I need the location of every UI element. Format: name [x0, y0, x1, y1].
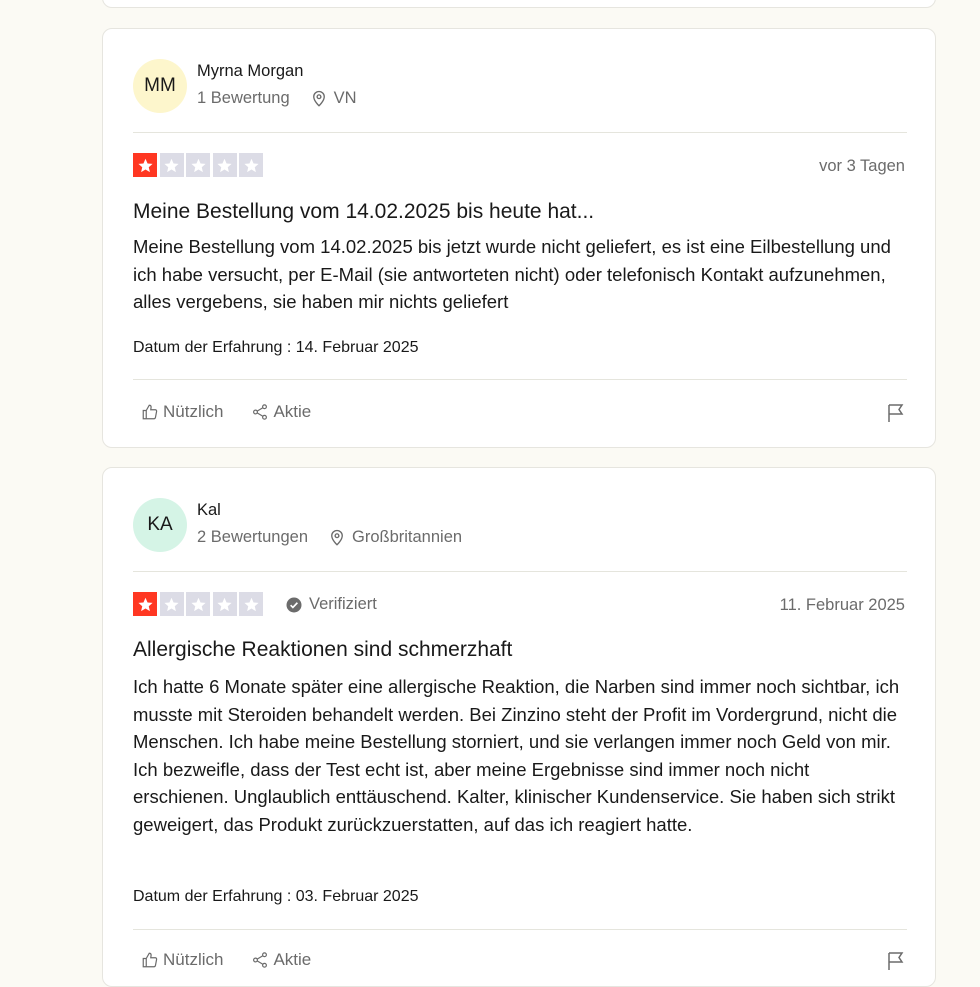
share-button[interactable]: Aktie: [251, 402, 311, 422]
check-circle-icon: [286, 597, 302, 612]
share-icon: [253, 404, 268, 420]
useful-button[interactable]: Nützlich: [141, 950, 223, 970]
star-icon: [159, 153, 184, 177]
divider: [133, 379, 907, 380]
review-count: 2 Bewertungen: [197, 528, 308, 546]
review-actions: Nützlich Aktie: [141, 950, 339, 970]
avatar[interactable]: KA: [133, 498, 187, 552]
divider: [133, 929, 907, 930]
review-card: KA Kal 2 Bewertungen Großbritannien Veri…: [102, 467, 936, 987]
star-rating: [133, 592, 266, 616]
thumbs-up-icon: [142, 952, 158, 968]
reviewer-header: MM Myrna Morgan 1 Bewertung VN: [133, 59, 893, 115]
star-icon: [159, 592, 184, 616]
reviewer-location: VN: [333, 89, 357, 107]
star-icon: [186, 153, 210, 177]
review-date: 11. Februar 2025: [779, 596, 905, 614]
experience-date: Datum der Erfahrung : 03. Februar 2025: [133, 888, 419, 905]
star-icon: [212, 153, 237, 177]
review-actions: Nützlich Aktie: [141, 402, 339, 422]
star-icon: [239, 592, 263, 616]
useful-label: Nützlich: [163, 950, 224, 969]
share-label: Aktie: [273, 950, 312, 969]
review-date: vor 3 Tagen: [819, 157, 905, 175]
previous-review-card: [102, 0, 936, 8]
star-icon: [133, 592, 157, 616]
star-rating: [133, 153, 266, 177]
flag-icon[interactable]: [887, 403, 905, 423]
useful-button[interactable]: Nützlich: [141, 402, 223, 422]
divider: [133, 571, 907, 572]
review-title[interactable]: Meine Bestellung vom 14.02.2025 bis heut…: [133, 200, 594, 224]
location-pin-icon: [328, 529, 346, 547]
flag-icon[interactable]: [887, 951, 905, 971]
star-icon: [186, 592, 210, 616]
review-card: MM Myrna Morgan 1 Bewertung VN vor 3 Tag…: [102, 28, 936, 448]
review-text: Ich hatte 6 Monate später eine allergisc…: [133, 676, 900, 835]
reviewer-location: Großbritannien: [352, 528, 463, 546]
thumbs-up-icon: [142, 404, 158, 420]
reviewer-name[interactable]: Kal: [197, 501, 221, 520]
reviewer-name[interactable]: Myrna Morgan: [197, 62, 303, 81]
reviewer-header: KA Kal 2 Bewertungen Großbritannien: [133, 498, 893, 554]
star-icon: [133, 153, 157, 177]
location-pin-icon: [310, 90, 328, 108]
star-icon: [212, 592, 237, 616]
share-label: Aktie: [273, 402, 312, 421]
review-count: 1 Bewertung: [197, 89, 290, 107]
useful-label: Nützlich: [163, 402, 224, 421]
review-title[interactable]: Allergische Reaktionen sind schmerzhaft: [133, 638, 512, 662]
experience-date: Datum der Erfahrung : 14. Februar 2025: [133, 339, 419, 356]
share-icon: [253, 952, 268, 968]
avatar[interactable]: MM: [133, 59, 187, 113]
star-icon: [239, 153, 263, 177]
divider: [133, 132, 907, 133]
share-button[interactable]: Aktie: [251, 950, 311, 970]
review-text: Meine Bestellung vom 14.02.2025 bis jetz…: [133, 236, 891, 312]
verified-label: Verifiziert: [309, 595, 377, 613]
reviewer-meta: 2 Bewertungen Großbritannien: [197, 528, 462, 547]
verified-badge[interactable]: Verifiziert: [285, 595, 377, 614]
reviewer-meta: 1 Bewertung VN: [197, 89, 357, 108]
